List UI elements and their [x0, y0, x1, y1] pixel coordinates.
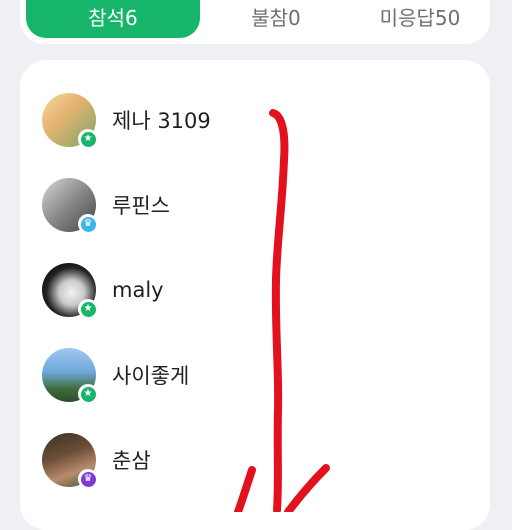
crown-badge: ♛ — [78, 214, 98, 234]
avatar-container: ♛ — [42, 433, 98, 489]
tab-not-attending[interactable]: 불참0 — [208, 0, 344, 38]
list-item[interactable]: ★ 사이좋게 — [42, 345, 462, 405]
list-item[interactable]: ♛ 루핀스 — [42, 175, 462, 235]
crown-icon: ♛ — [80, 216, 96, 232]
tab-no-response[interactable]: 미응답50 — [350, 0, 490, 38]
crown-icon: ♛ — [80, 471, 96, 487]
avatar-container: ♛ — [42, 178, 98, 234]
star-icon: ★ — [80, 131, 96, 147]
member-name: 춘삼 — [112, 449, 151, 473]
avatar-container: ★ — [42, 93, 98, 149]
avatar-container: ★ — [42, 263, 98, 319]
list-item[interactable]: ★ maly — [42, 260, 462, 320]
crown-badge: ♛ — [78, 469, 98, 489]
member-name: maly — [112, 278, 164, 302]
attendance-tabs: 참석6 불참0 미응답50 — [20, 0, 490, 44]
member-list: ★ 제나 3109 ♛ 루핀스 ★ maly ★ 사이좋게 ♛ 춘삼 — [20, 60, 490, 530]
star-badge: ★ — [78, 299, 98, 319]
member-name: 사이좋게 — [112, 364, 190, 388]
member-name: 루핀스 — [112, 194, 170, 218]
list-item[interactable]: ♛ 춘삼 — [42, 430, 462, 490]
tab-attending[interactable]: 참석6 — [26, 0, 200, 38]
star-badge: ★ — [78, 129, 98, 149]
star-badge: ★ — [78, 384, 98, 404]
member-name: 제나 3109 — [112, 109, 211, 133]
star-icon: ★ — [80, 386, 96, 402]
star-icon: ★ — [80, 301, 96, 317]
avatar-container: ★ — [42, 348, 98, 404]
list-item[interactable]: ★ 제나 3109 — [42, 90, 462, 150]
